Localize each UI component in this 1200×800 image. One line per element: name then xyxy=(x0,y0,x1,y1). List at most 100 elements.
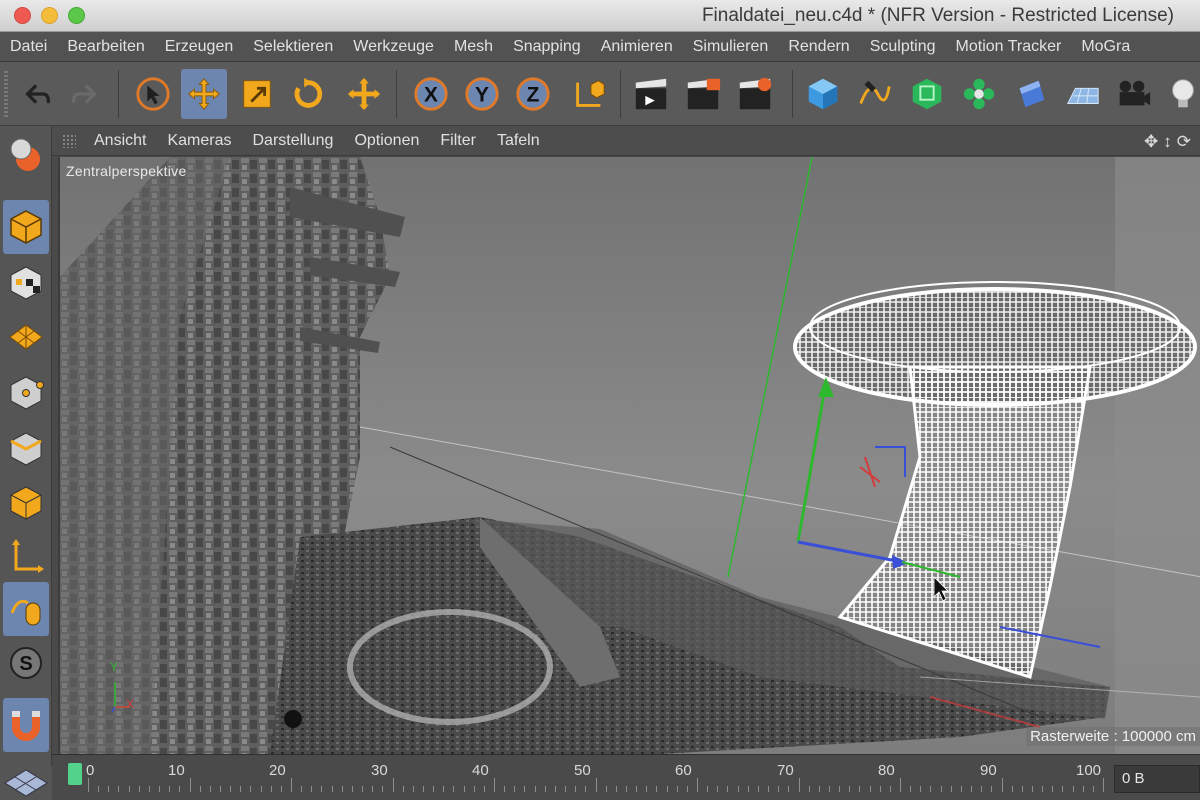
points-mode-button[interactable] xyxy=(3,366,49,420)
timeline-tick-mark xyxy=(118,786,120,792)
pan-icon[interactable]: ✥ xyxy=(1144,132,1163,151)
timeline-tick-mark xyxy=(230,786,232,792)
x-axis-lock-button[interactable]: X xyxy=(408,69,454,119)
rotate-icon xyxy=(294,77,323,108)
grid-plane-icon[interactable] xyxy=(3,768,49,798)
view-menu-tafeln[interactable]: Tafeln xyxy=(497,132,540,150)
world-axis-x-label: X xyxy=(126,697,134,711)
floor-button[interactable] xyxy=(1060,69,1106,119)
toolbar-grip[interactable] xyxy=(4,71,8,117)
cloner-button[interactable] xyxy=(956,69,1002,119)
world-coordinate-icon xyxy=(576,80,605,107)
timeline-tick-mark xyxy=(981,786,983,792)
timeline-tick-mark xyxy=(351,786,353,792)
rotate-tool-button[interactable] xyxy=(285,69,331,119)
timeline-playhead[interactable] xyxy=(68,763,82,785)
edges-mode-button[interactable] xyxy=(3,422,49,476)
timeline-tick-mark xyxy=(920,786,922,792)
timeline-tick-mark xyxy=(1082,786,1084,792)
menu-rendern[interactable]: Rendern xyxy=(788,38,849,56)
z-axis-lock-button[interactable]: Z xyxy=(510,69,556,119)
svg-text:Y: Y xyxy=(475,84,489,107)
dolly-icon[interactable]: ↕ xyxy=(1163,132,1177,151)
timeline-tick-mark xyxy=(1052,786,1054,792)
tweak-mode-button[interactable] xyxy=(3,582,49,636)
subdivision-surface-button[interactable] xyxy=(904,69,950,119)
timeline-tick-mark xyxy=(991,786,993,792)
timeline-tick-mark xyxy=(940,786,942,792)
render-picture-viewer-button[interactable] xyxy=(680,69,726,119)
texture-mode-icon xyxy=(10,266,42,300)
menu-datei[interactable]: Datei xyxy=(10,38,47,56)
timeline-tick-mark xyxy=(473,786,475,792)
coordinate-system-button[interactable] xyxy=(566,69,612,119)
view-menu-darstellung[interactable]: Darstellung xyxy=(253,132,334,150)
timeline-tick-mark xyxy=(402,786,404,792)
timeline-tick-mark xyxy=(524,786,526,792)
spline-pen-button[interactable] xyxy=(851,69,897,119)
solo-mode-button[interactable]: S xyxy=(3,636,49,690)
undo-button[interactable] xyxy=(14,69,60,119)
render-view-button[interactable] xyxy=(628,69,674,119)
bottom-left-panel xyxy=(0,766,52,800)
viewport-grip[interactable] xyxy=(62,133,76,148)
timeline[interactable]: 0 10 20 30 40 50 60 70 80 90 100 0 B xyxy=(52,754,1200,800)
move-icon xyxy=(188,78,220,110)
snapping-button[interactable] xyxy=(3,698,49,752)
select-cursor-icon xyxy=(136,77,170,111)
select-tool-button[interactable] xyxy=(130,69,176,119)
viewport-navigation[interactable]: ✥↕⟳ xyxy=(1144,132,1196,152)
live-select-button[interactable] xyxy=(341,69,387,119)
minimize-window-button[interactable] xyxy=(41,7,58,24)
snapping-icon xyxy=(12,711,40,741)
timeline-tick-40: 40 xyxy=(472,762,489,779)
x-axis-icon: X xyxy=(414,77,448,111)
edges-mode-icon xyxy=(10,432,42,466)
menu-motion-tracker[interactable]: Motion Tracker xyxy=(956,38,1062,56)
timeline-tick-mark xyxy=(788,786,790,792)
y-axis-lock-button[interactable]: Y xyxy=(459,69,505,119)
view-menu-optionen[interactable]: Optionen xyxy=(354,132,419,150)
timeline-tick-mark xyxy=(1092,786,1094,792)
view-menu-kameras[interactable]: Kameras xyxy=(167,132,231,150)
menu-selektieren[interactable]: Selektieren xyxy=(253,38,333,56)
polygons-mode-button[interactable] xyxy=(3,476,49,530)
menu-animieren[interactable]: Animieren xyxy=(601,38,673,56)
workplane-mode-button[interactable] xyxy=(3,310,49,364)
menu-mograph[interactable]: MoGra xyxy=(1081,38,1130,56)
model-mode-button[interactable] xyxy=(3,200,49,254)
timeline-tick-mark xyxy=(1011,786,1013,792)
model-mode-icon xyxy=(10,210,42,244)
3d-viewport[interactable]: Y X Zentralperspektive Rasterweite : 100… xyxy=(58,157,1200,754)
menu-mesh[interactable]: Mesh xyxy=(454,38,493,56)
deformer-button[interactable] xyxy=(1008,69,1054,119)
orbit-icon[interactable]: ⟳ xyxy=(1177,132,1196,151)
scale-tool-button[interactable] xyxy=(234,69,280,119)
menu-snapping[interactable]: Snapping xyxy=(513,38,581,56)
timeline-tick-mark xyxy=(879,786,881,792)
render-settings-button[interactable] xyxy=(732,69,778,119)
redo-button[interactable] xyxy=(62,69,108,119)
polygons-mode-icon xyxy=(10,486,42,520)
timeline-tick-mark xyxy=(727,786,729,792)
light-button[interactable] xyxy=(1160,69,1200,119)
timeline-tick-mark xyxy=(808,786,810,792)
menu-bearbeiten[interactable]: Bearbeiten xyxy=(67,38,144,56)
polygon-objects-button[interactable] xyxy=(3,128,49,182)
timeline-tick-mark xyxy=(666,786,668,792)
timeline-tick-mark xyxy=(1042,786,1044,792)
texture-mode-button[interactable] xyxy=(3,256,49,310)
view-menu-filter[interactable]: Filter xyxy=(440,132,476,150)
view-menu-ansicht[interactable]: Ansicht xyxy=(94,132,146,150)
menu-werkzeuge[interactable]: Werkzeuge xyxy=(353,38,434,56)
current-frame-field[interactable]: 0 B xyxy=(1114,765,1200,793)
menu-erzeugen[interactable]: Erzeugen xyxy=(165,38,234,56)
move-tool-button[interactable] xyxy=(181,69,227,119)
camera-button[interactable] xyxy=(1110,69,1156,119)
maximize-window-button[interactable] xyxy=(68,7,85,24)
close-window-button[interactable] xyxy=(14,7,31,24)
axis-mode-button[interactable] xyxy=(3,530,49,584)
cube-button[interactable] xyxy=(800,69,846,119)
menu-simulieren[interactable]: Simulieren xyxy=(693,38,769,56)
menu-sculpting[interactable]: Sculpting xyxy=(870,38,936,56)
